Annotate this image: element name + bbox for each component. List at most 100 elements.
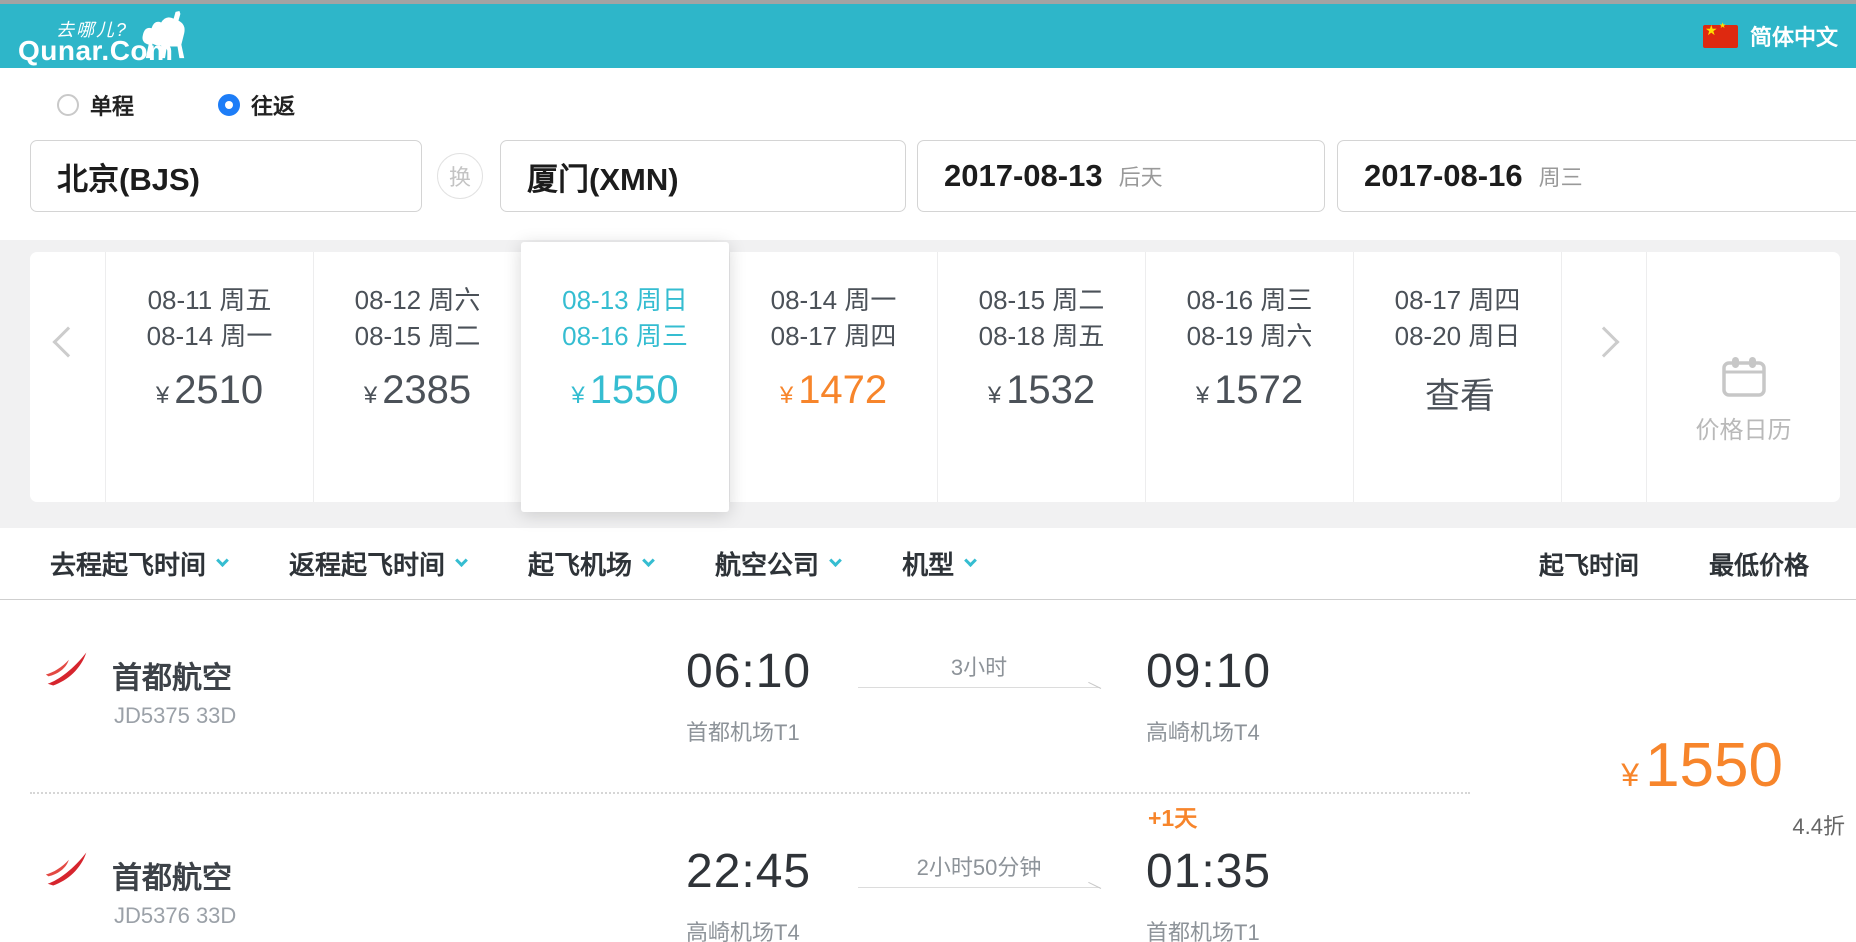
arrival-info: +1天 01:35 首都机场T1 (1146, 805, 1272, 942)
arrow-line-icon (858, 887, 1100, 888)
date-card[interactable]: 08-14 周一 08-17 周四 ¥1472 (729, 252, 937, 502)
filter-depart-airport[interactable]: 起飞机场 (528, 545, 655, 582)
price-calendar-button[interactable]: 价格日历 (1646, 252, 1840, 502)
date-card[interactable]: 08-16 周三 08-19 周六 ¥1572 (1145, 252, 1353, 502)
qunar-logo[interactable]: 去哪儿? Qunar.Com (18, 8, 208, 68)
sort-lowest-price[interactable]: 最低价格 (1709, 546, 1809, 582)
duration-arrow: 2小时50分钟 (858, 855, 1100, 888)
departure-info: 22:45 高崎机场T4 (686, 845, 811, 942)
card-return-date: 08-17 周四 (770, 321, 897, 351)
card-price: ¥2510 (155, 368, 264, 412)
card-depart-date: 08-14 周一 (770, 285, 897, 315)
card-depart-date: 08-11 周五 (147, 285, 272, 315)
carousel-next-button[interactable] (1561, 252, 1646, 502)
price-amount: 1550 (1645, 731, 1783, 800)
filter-aircraft-type[interactable]: 机型 (902, 545, 977, 582)
arrival-info: 09:10 高崎机场T4 (1146, 645, 1271, 747)
calendar-icon (1721, 357, 1766, 397)
capital-airlines-logo-icon (45, 652, 87, 686)
chevron-down-icon (829, 554, 842, 568)
chevron-down-icon (642, 554, 655, 568)
carousel-prev-button[interactable] (30, 252, 105, 502)
return-date-value: 2017-08-16 (1364, 158, 1523, 193)
language-switcher[interactable]: ★ ★ 简体中文 (1702, 4, 1838, 68)
departure-info: 06:10 首都机场T1 (686, 645, 811, 747)
trip-type-label: 单程 (90, 94, 135, 119)
card-price: ¥1572 (1195, 368, 1304, 412)
day-offset-badge: +1天 (1148, 805, 1198, 831)
card-price: ¥2385 (363, 368, 472, 412)
card-return-date: 08-18 周五 (978, 321, 1105, 351)
airline-name: 首都航空 (112, 862, 232, 895)
departure-time: 06:10 (686, 645, 812, 698)
arrival-time: 09:10 (1146, 645, 1272, 698)
arrival-airport: 高崎机场T4 (1146, 720, 1260, 745)
arrival-time: 01:35 (1146, 845, 1272, 898)
page: 去哪儿? Qunar.Com ★ ★ 简体中文 单程 往返 北京(BJS) 换 (0, 0, 1856, 942)
date-card[interactable]: 08-17 周四 08-20 周日 查看 (1353, 252, 1561, 502)
airline-name: 首都航空 (112, 662, 232, 695)
language-label: 简体中文 (1749, 25, 1838, 50)
card-return-date: 08-16 周三 (562, 321, 688, 351)
filter-depart-time[interactable]: 去程起飞时间 (50, 545, 229, 582)
trip-type-round-trip[interactable]: 往返 (218, 89, 295, 121)
to-city-input[interactable]: 厦门(XMN) (500, 140, 906, 212)
flight-result-card[interactable]: 首都航空 JD5375 33D 06:10 首都机场T1 3小时 09:10 高… (0, 600, 1856, 942)
from-city-value: 北京(BJS) (57, 161, 200, 197)
price-calendar-label: 价格日历 (1695, 417, 1792, 444)
from-city-input[interactable]: 北京(BJS) (30, 140, 422, 212)
china-flag-icon: ★ ★ (1702, 21, 1738, 48)
return-date-hint: 周三 (1538, 165, 1583, 190)
radio-icon[interactable] (57, 94, 79, 116)
discount-label: 4.4折 (1792, 814, 1845, 839)
radio-icon[interactable] (218, 94, 240, 116)
total-price: ¥1550 (1565, 735, 1845, 797)
depart-date-input[interactable]: 2017-08-13 后天 (917, 140, 1325, 212)
chevron-down-icon (964, 554, 977, 568)
star-icon: ★ (1718, 20, 1727, 30)
date-card-selected[interactable]: 08-13 周日 08-16 周三 ¥1550 (521, 242, 729, 512)
card-return-date: 08-15 周二 (354, 321, 481, 351)
sort-depart-time[interactable]: 起飞时间 (1539, 546, 1639, 582)
card-return-date: 08-14 周一 (146, 321, 273, 351)
depart-date-value: 2017-08-13 (944, 158, 1103, 193)
duration-label: 3小时 (950, 655, 1008, 680)
card-price: ¥1472 (779, 368, 888, 412)
departure-airport: 首都机场T1 (686, 720, 800, 745)
currency-symbol: ¥ (1621, 757, 1640, 793)
outbound-segment: 首都航空 JD5375 33D 06:10 首都机场T1 3小时 09:10 高… (0, 645, 1500, 815)
date-card[interactable]: 08-12 周六 08-15 周二 ¥2385 (313, 252, 521, 502)
trip-type-label: 往返 (251, 94, 296, 119)
card-depart-date: 08-15 周二 (978, 285, 1105, 315)
duration-label: 2小时50分钟 (916, 855, 1042, 880)
flight-number: JD5375 33D (114, 703, 237, 728)
chevron-right-icon (1588, 326, 1620, 358)
card-price-action[interactable]: 查看 (1354, 368, 1561, 419)
date-card[interactable]: 08-15 周二 08-18 周五 ¥1532 (937, 252, 1145, 502)
sort-options: 起飞时间 最低价格 (1539, 546, 1809, 582)
date-card[interactable]: 08-11 周五 08-14 周一 ¥2510 (105, 252, 313, 502)
departure-airport: 高崎机场T4 (686, 920, 800, 942)
card-price: ¥1532 (987, 368, 1096, 412)
card-return-date: 08-20 周日 (1394, 321, 1521, 351)
card-depart-date: 08-13 周日 (562, 285, 688, 315)
chevron-down-icon (455, 554, 468, 568)
departure-time: 22:45 (686, 845, 812, 898)
capital-airlines-logo-icon (45, 852, 87, 886)
date-price-carousel: 08-11 周五 08-14 周一 ¥2510 08-12 周六 08-15 周… (0, 240, 1856, 528)
filter-return-time[interactable]: 返程起飞时间 (289, 545, 468, 582)
duration-arrow: 3小时 (858, 655, 1100, 688)
filter-airline[interactable]: 航空公司 (715, 545, 842, 582)
price-block[interactable]: ¥1550 4.4折 (1565, 735, 1845, 841)
return-date-input[interactable]: 2017-08-16 周三 (1337, 140, 1856, 212)
filter-bar: 去程起飞时间 返程起飞时间 起飞机场 航空公司 机型 起飞时间 最低价格 (0, 528, 1856, 600)
header: 去哪儿? Qunar.Com ★ ★ 简体中文 (0, 4, 1856, 68)
trip-type-one-way[interactable]: 单程 (57, 89, 134, 121)
depart-date-hint: 后天 (1118, 165, 1163, 190)
star-icon: ★ (1704, 21, 1718, 38)
chevron-left-icon (51, 326, 84, 358)
card-depart-date: 08-17 周四 (1394, 285, 1521, 315)
trip-type-row: 单程 往返 (0, 68, 1856, 140)
segment-divider (30, 792, 1470, 794)
swap-cities-button[interactable]: 换 (437, 153, 483, 199)
